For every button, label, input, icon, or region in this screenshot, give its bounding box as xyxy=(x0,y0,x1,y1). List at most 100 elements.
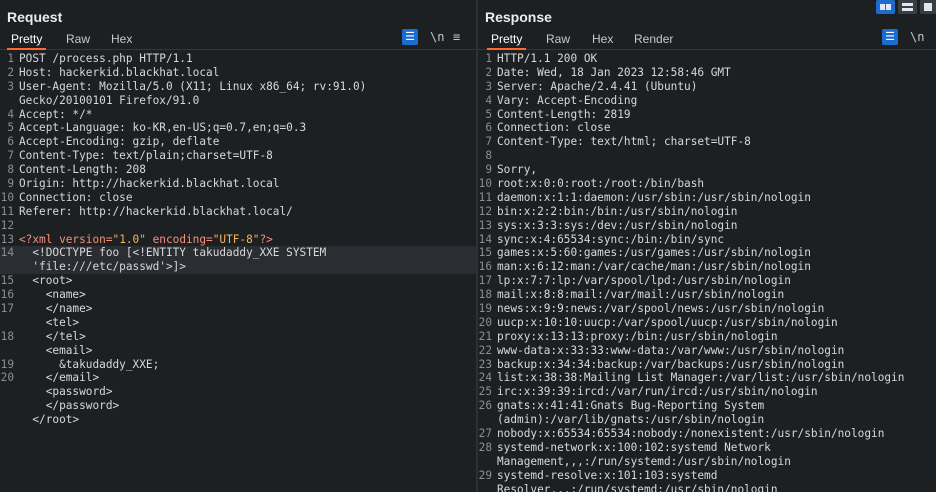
response-toolbar: ☰ \n xyxy=(882,29,932,47)
side-by-side-layout-icon[interactable] xyxy=(876,0,895,14)
code-line: 6 Connection: close xyxy=(478,121,936,135)
line-number: 11 xyxy=(478,190,492,204)
line-text: </root> xyxy=(19,413,80,427)
code-line: 2 Date: Wed, 18 Jan 2023 12:58:46 GMT xyxy=(478,66,936,80)
line-number: 29 xyxy=(478,468,492,482)
line-number: 16 xyxy=(0,288,14,302)
code-line: 23 backup:x:34:34:backup:/var/backups:/us… xyxy=(478,358,936,372)
code-line: </password> xyxy=(0,399,476,413)
newline-toggle[interactable]: \n xyxy=(430,29,444,45)
code-line: 13 sys:x:3:3:sys:/dev:/usr/sbin/nologin xyxy=(478,219,936,233)
code-line: 3 User-Agent: Mozilla/5.0 (X11; Linux x86… xyxy=(0,80,476,94)
code-line: 15 games:x:5:60:games:/usr/games:/usr/sbi… xyxy=(478,246,936,260)
code-line: 16 man:x:6:12:man:/var/cache/man:/usr/sbi… xyxy=(478,260,936,274)
line-number: 17 xyxy=(0,302,14,316)
menu-icon[interactable]: ≡ xyxy=(453,29,460,45)
code-line: </root> xyxy=(0,413,476,427)
response-viewer[interactable]: 1 HTTP/1.1 200 OK 2 Date: Wed, 18 Jan 2023 … xyxy=(478,52,936,492)
line-text: Content-Type: text/plain;charset=UTF-8 xyxy=(19,149,273,163)
line-text: bin:x:2:2:bin:/bin:/usr/sbin/nologin xyxy=(497,204,738,218)
tab-render[interactable]: Render xyxy=(632,32,675,46)
code-line: 18 </tel> xyxy=(0,330,476,344)
request-pane: Request Pretty Raw Hex ☰ \n ≡ 1 POST /pro… xyxy=(0,0,476,492)
line-number: 20 xyxy=(478,315,492,329)
code-line: 22 www-data:x:33:33:www-data:/var/www:/us… xyxy=(478,344,936,358)
line-text: <tel> xyxy=(19,315,80,329)
newline-toggle[interactable]: \n xyxy=(910,29,924,45)
code-line: 12 bin:x:2:2:bin:/bin:/usr/sbin/nologin xyxy=(478,205,936,219)
code-line: 9 Origin: http://hackerkid.blackhat.local xyxy=(0,177,476,191)
line-number: 19 xyxy=(478,302,492,316)
line-number: 4 xyxy=(485,93,492,107)
code-line: 14 sync:x:4:65534:sync:/bin:/bin/sync xyxy=(478,233,936,247)
request-editor[interactable]: 1 POST /process.php HTTP/1.1 2 Host: hacker… xyxy=(0,52,476,492)
request-title: Request xyxy=(7,9,63,25)
line-number: 14 xyxy=(478,232,492,246)
line-text: games:x:5:60:games:/usr/games:/usr/sbin/… xyxy=(497,246,811,260)
line-number: 1 xyxy=(485,52,492,65)
line-text: Server: Apache/2.4.41 (Ubuntu) xyxy=(497,79,698,93)
line-number: 13 xyxy=(478,218,492,232)
line-text: systemd-resolve:x:101:103:systemd xyxy=(497,468,718,482)
line-text: Gecko/20100101 Firefox/91.0 xyxy=(19,93,200,107)
line-number: 5 xyxy=(485,107,492,121)
tab-raw[interactable]: Raw xyxy=(544,32,572,46)
line-text: </password> xyxy=(19,399,120,413)
line-text: news:x:9:9:news:/var/spool/news:/usr/sbi… xyxy=(497,302,825,316)
single-layout-icon[interactable] xyxy=(920,0,936,14)
line-text: Accept-Language: ko-KR,en-US;q=0.7,en;q=… xyxy=(19,121,307,135)
line-number: 6 xyxy=(7,135,14,149)
code-line: 1 HTTP/1.1 200 OK xyxy=(478,52,936,66)
line-number: 6 xyxy=(485,121,492,135)
tab-raw[interactable]: Raw xyxy=(64,32,92,46)
line-number: 7 xyxy=(485,135,492,149)
line-number: 16 xyxy=(478,260,492,274)
code-line: 2 Host: hackerkid.blackhat.local xyxy=(0,66,476,80)
tab-pretty[interactable]: Pretty xyxy=(6,32,47,50)
line-number: 3 xyxy=(485,79,492,93)
wrap-lines-icon[interactable]: ☰ xyxy=(402,29,418,45)
line-number: 19 xyxy=(0,357,14,371)
line-text: systemd-network:x:100:102:systemd Networ… xyxy=(497,440,771,454)
wrap-lines-icon[interactable]: ☰ xyxy=(882,29,898,45)
code-line: 17 lp:x:7:7:lp:/var/spool/lpd:/usr/sbin/n… xyxy=(478,274,936,288)
line-text: Connection: close xyxy=(497,121,611,135)
code-line: 29 systemd-resolve:x:101:103:systemd xyxy=(478,469,936,483)
line-number: 15 xyxy=(478,246,492,260)
line-text: proxy:x:13:13:proxy:/bin:/usr/sbin/nolog… xyxy=(497,329,778,343)
code-line: 19 news:x:9:9:news:/var/spool/news:/usr/s… xyxy=(478,302,936,316)
stacked-layout-icon[interactable] xyxy=(898,0,917,14)
line-text: Connection: close xyxy=(19,190,133,204)
line-number: 13 xyxy=(0,232,14,246)
line-text: HTTP/1.1 200 OK xyxy=(497,52,598,65)
line-number: 26 xyxy=(478,399,492,413)
line-text: Vary: Accept-Encoding xyxy=(497,93,638,107)
code-line: 7 Content-Type: text/plain;charset=UTF-8 xyxy=(0,149,476,163)
code-line: 11 Referer: http://hackerkid.blackhat.loc… xyxy=(0,205,476,219)
line-number: 12 xyxy=(478,204,492,218)
line-text: POST /process.php HTTP/1.1 xyxy=(19,52,193,65)
tab-hex[interactable]: Hex xyxy=(109,32,134,46)
line-text: Resolver,,,:/run/systemd:/usr/sbin/nolog… xyxy=(497,482,778,492)
request-toolbar: ☰ \n ≡ xyxy=(402,29,472,47)
layout-toggle xyxy=(876,0,936,16)
response-title: Response xyxy=(485,9,552,25)
tab-hex[interactable]: Hex xyxy=(590,32,615,46)
line-text: Accept-Encoding: gzip, deflate xyxy=(19,135,220,149)
code-line: 20 </email> xyxy=(0,371,476,385)
line-number: 9 xyxy=(7,177,14,191)
line-number: 2 xyxy=(485,65,492,79)
code-line: (admin):/var/lib/gnats:/usr/sbin/nologin xyxy=(478,413,936,427)
line-text: Host: hackerkid.blackhat.local xyxy=(19,65,220,79)
code-line: 27 nobody:x:65534:65534:nobody:/nonexiste… xyxy=(478,427,936,441)
line-text: <root> xyxy=(19,274,73,288)
line-text: Referer: http://hackerkid.blackhat.local… xyxy=(19,204,293,218)
line-text: Management,,,:/run/systemd:/usr/sbin/nol… xyxy=(497,454,791,468)
line-text: irc:x:39:39:ircd:/var/run/ircd:/usr/sbin… xyxy=(497,385,818,399)
code-line: 11 daemon:x:1:1:daemon:/usr/sbin:/usr/sbi… xyxy=(478,191,936,205)
line-text: Sorry, xyxy=(497,163,538,177)
code-line: 4 Accept: */* xyxy=(0,108,476,122)
line-text: nobody:x:65534:65534:nobody:/nonexistent… xyxy=(497,427,885,441)
tab-pretty[interactable]: Pretty xyxy=(486,32,527,50)
response-pane: Response Pretty Raw Hex Render ☰ \n 1 HTT… xyxy=(478,0,936,492)
